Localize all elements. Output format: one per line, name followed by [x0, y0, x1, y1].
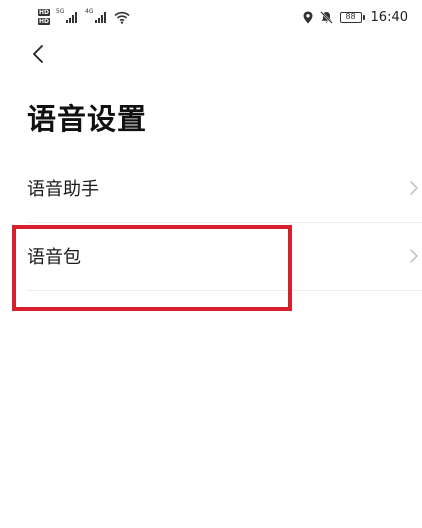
- divider: [27, 290, 422, 291]
- sim-indicators: HD HD: [38, 9, 51, 25]
- screen: HD HD 5G 4G 88 16:40 语音设置 语音助手 语音包: [0, 0, 422, 528]
- list-item-voice-assistant[interactable]: 语音助手: [0, 154, 422, 222]
- mute-bell-icon: [319, 10, 333, 24]
- sim1-hd-badge: HD: [38, 9, 51, 16]
- chevron-left-icon: [33, 45, 43, 63]
- wifi-icon: [114, 11, 130, 24]
- status-right: 88 16:40: [303, 7, 408, 27]
- back-button[interactable]: [22, 38, 54, 70]
- settings-list: 语音助手 语音包: [0, 154, 422, 291]
- status-bar: HD HD 5G 4G 88 16:40: [0, 0, 422, 32]
- network-type-2: 4G: [85, 8, 94, 15]
- sim2-hd-badge: HD: [38, 18, 51, 25]
- signal-2-icon: 4G: [85, 8, 107, 23]
- list-item-label: 语音包: [27, 247, 81, 268]
- status-left: HD HD 5G 4G: [38, 5, 130, 29]
- battery-level: 88: [345, 12, 356, 21]
- chevron-right-icon: [410, 181, 418, 195]
- list-item-voice-pack[interactable]: 语音包: [0, 222, 422, 290]
- network-type-1: 5G: [56, 8, 65, 15]
- clock: 16:40: [370, 9, 408, 25]
- page-title: 语音设置: [27, 102, 148, 136]
- signal-1-icon: 5G: [56, 8, 78, 23]
- list-item-label: 语音助手: [27, 179, 99, 200]
- location-icon: [303, 11, 313, 24]
- chevron-right-icon: [410, 249, 418, 263]
- battery-icon: 88: [339, 11, 365, 23]
